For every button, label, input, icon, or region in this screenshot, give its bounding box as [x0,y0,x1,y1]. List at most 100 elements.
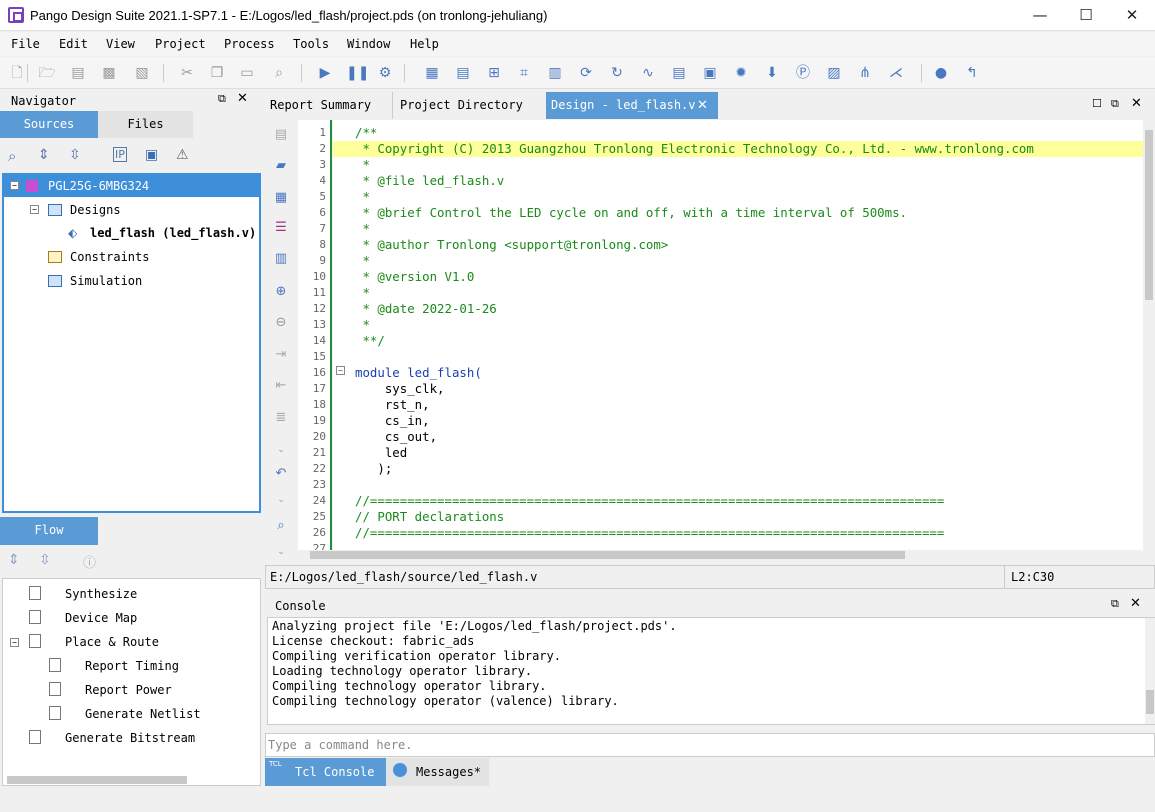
cut-icon[interactable]: ✂ [178,64,196,82]
copy-icon[interactable]: ❐ [208,64,226,82]
add-folder-icon[interactable]: ▣ [145,147,158,163]
collapse-all-icon[interactable]: ⇳ [39,552,51,568]
tree-constraints[interactable]: Constraints [70,250,149,264]
outdent-icon[interactable]: ⇤ [273,378,289,394]
refresh-icon[interactable]: ⟳ [577,64,595,82]
tab-sources[interactable]: Sources [0,111,98,138]
flow-item-report-timing[interactable]: Report Timing [85,659,179,673]
new-file-icon[interactable]: 🗋 [8,64,26,82]
hierarchy-icon[interactable]: ⊞ [485,64,503,82]
vertical-scrollbar[interactable] [1143,120,1155,560]
zoom-out-icon[interactable]: ⊖ [273,315,289,331]
close-panel-icon[interactable]: ✕ [237,91,248,106]
tab-project-directory[interactable]: Project Directory [395,92,543,119]
ip-icon[interactable]: Ⓟ [794,64,812,82]
more-icon[interactable]: ⌄ [273,442,289,458]
horizontal-scrollbar[interactable] [298,550,1143,560]
horizontal-scrollbar[interactable] [7,776,187,784]
tip-icon[interactable]: ● [932,64,950,82]
save-all-icon[interactable]: ▩ [100,64,118,82]
schematic-icon[interactable]: ⌗ [515,64,533,82]
more-icon[interactable]: ⌄ [273,492,289,508]
debug-icon[interactable]: ✹ [732,64,750,82]
zoom-in-icon[interactable]: ⊕ [273,284,289,300]
fold-toggle-icon[interactable]: − [336,366,345,375]
tab-flow[interactable]: Flow [0,517,98,545]
code-editor[interactable]: − /** * Copyright (C) 2013 Guangzhou Tro… [333,120,1143,550]
collapse-all-icon[interactable]: ⇳ [69,147,81,163]
netlist-icon[interactable]: ⋔ [856,64,874,82]
warning-icon[interactable]: ⚠ [176,147,189,163]
tab-design-led-flash[interactable]: Design - led_flash.v ✕ [546,92,718,119]
close-window-button[interactable]: ✕ [1109,0,1155,31]
tab-messages[interactable]: Messages* [386,758,489,786]
collapse-toggle-icon[interactable]: − [10,181,19,190]
minimize-button[interactable]: — [1017,0,1063,31]
menu-view[interactable]: View [106,37,135,51]
maximize-button[interactable]: ☐ [1063,0,1109,31]
report-icon[interactable]: ▦ [423,64,441,82]
run-icon[interactable]: ▶ [316,64,334,82]
flow-item-place-route[interactable]: Place & Route [65,635,159,649]
menu-help[interactable]: Help [410,37,439,51]
settings-icon[interactable]: ⚙ [376,64,394,82]
indent-icon[interactable]: ⇥ [273,347,289,363]
tab-tcl-console[interactable]: TCL Tcl Console [265,758,386,786]
pause-icon[interactable]: ❚❚ [346,64,369,82]
float-editor-icon[interactable]: ⧉ [1111,97,1119,111]
vertical-scrollbar[interactable] [1145,618,1155,724]
close-project-icon[interactable]: ▧ [133,64,151,82]
scrollbar-thumb[interactable] [1145,130,1153,300]
save-icon[interactable]: ▤ [69,64,87,82]
export-icon[interactable]: ↰ [963,64,981,82]
flow-item-generate-bitstream[interactable]: Generate Bitstream [65,731,195,745]
help-icon[interactable]: ⓘ [83,552,96,571]
timing-icon[interactable]: ▤ [670,64,688,82]
tree-device[interactable]: PGL25G-6MBG324 [48,179,149,193]
open-folder-icon[interactable]: ▰ [273,158,289,174]
search-icon[interactable]: ⌕ [8,147,16,165]
expand-all-icon[interactable]: ⇕ [8,552,20,568]
scrollbar-thumb[interactable] [310,551,905,559]
maximize-editor-icon[interactable]: ☐ [1092,97,1102,110]
report-icon[interactable]: ▥ [273,251,289,267]
memory-icon[interactable]: ▥ [546,64,564,82]
paste-icon[interactable]: ▭ [238,64,256,82]
tab-report-summary[interactable]: Report Summary [265,92,393,119]
save-icon[interactable]: ▤ [273,127,289,143]
console-output[interactable]: Analyzing project file 'E:/Logos/led_fla… [267,617,1155,725]
scrollbar-thumb[interactable] [1146,690,1154,714]
tree-file-led-flash[interactable]: led_flash (led_flash.v) [90,226,256,240]
close-editor-icon[interactable]: ✕ [1131,96,1142,111]
tree-designs[interactable]: Designs [70,203,121,217]
flow-item-report-power[interactable]: Report Power [85,683,172,697]
collapse-toggle-icon[interactable]: − [30,205,39,214]
menu-file[interactable]: File [11,37,40,51]
chip-icon[interactable]: ▣ [701,64,719,82]
align-icon[interactable]: ≣ [273,410,289,426]
tab-files[interactable]: Files [98,111,193,138]
flow-item-synthesize[interactable]: Synthesize [65,587,137,601]
tree-simulation[interactable]: Simulation [70,274,142,288]
float-icon[interactable]: ⧉ [218,92,226,106]
tree-icon[interactable]: ⋌ [887,64,905,82]
properties-icon[interactable]: ▤ [454,64,472,82]
close-console-icon[interactable]: ✕ [1130,596,1141,611]
flow-item-device-map[interactable]: Device Map [65,611,137,625]
menu-tools[interactable]: Tools [293,37,329,51]
float-console-icon[interactable]: ⧉ [1111,597,1119,611]
expand-all-icon[interactable]: ⇕ [38,147,50,163]
ip-icon[interactable]: IP [113,147,127,162]
list-icon[interactable]: ☰ [273,220,289,236]
chart-icon[interactable]: ▨ [825,64,843,82]
menu-edit[interactable]: Edit [59,37,88,51]
waveform-icon[interactable]: ∿ [639,64,657,82]
find-icon[interactable]: ⌕ [270,64,288,82]
undo-icon[interactable]: ↶ [273,466,289,482]
find-icon[interactable]: ⌕ [273,518,289,534]
menu-process[interactable]: Process [224,37,275,51]
document-icon[interactable]: ▦ [273,190,289,206]
open-folder-icon[interactable]: 🗁 [38,64,56,82]
collapse-toggle-icon[interactable]: − [10,638,19,647]
menu-window[interactable]: Window [347,37,390,51]
